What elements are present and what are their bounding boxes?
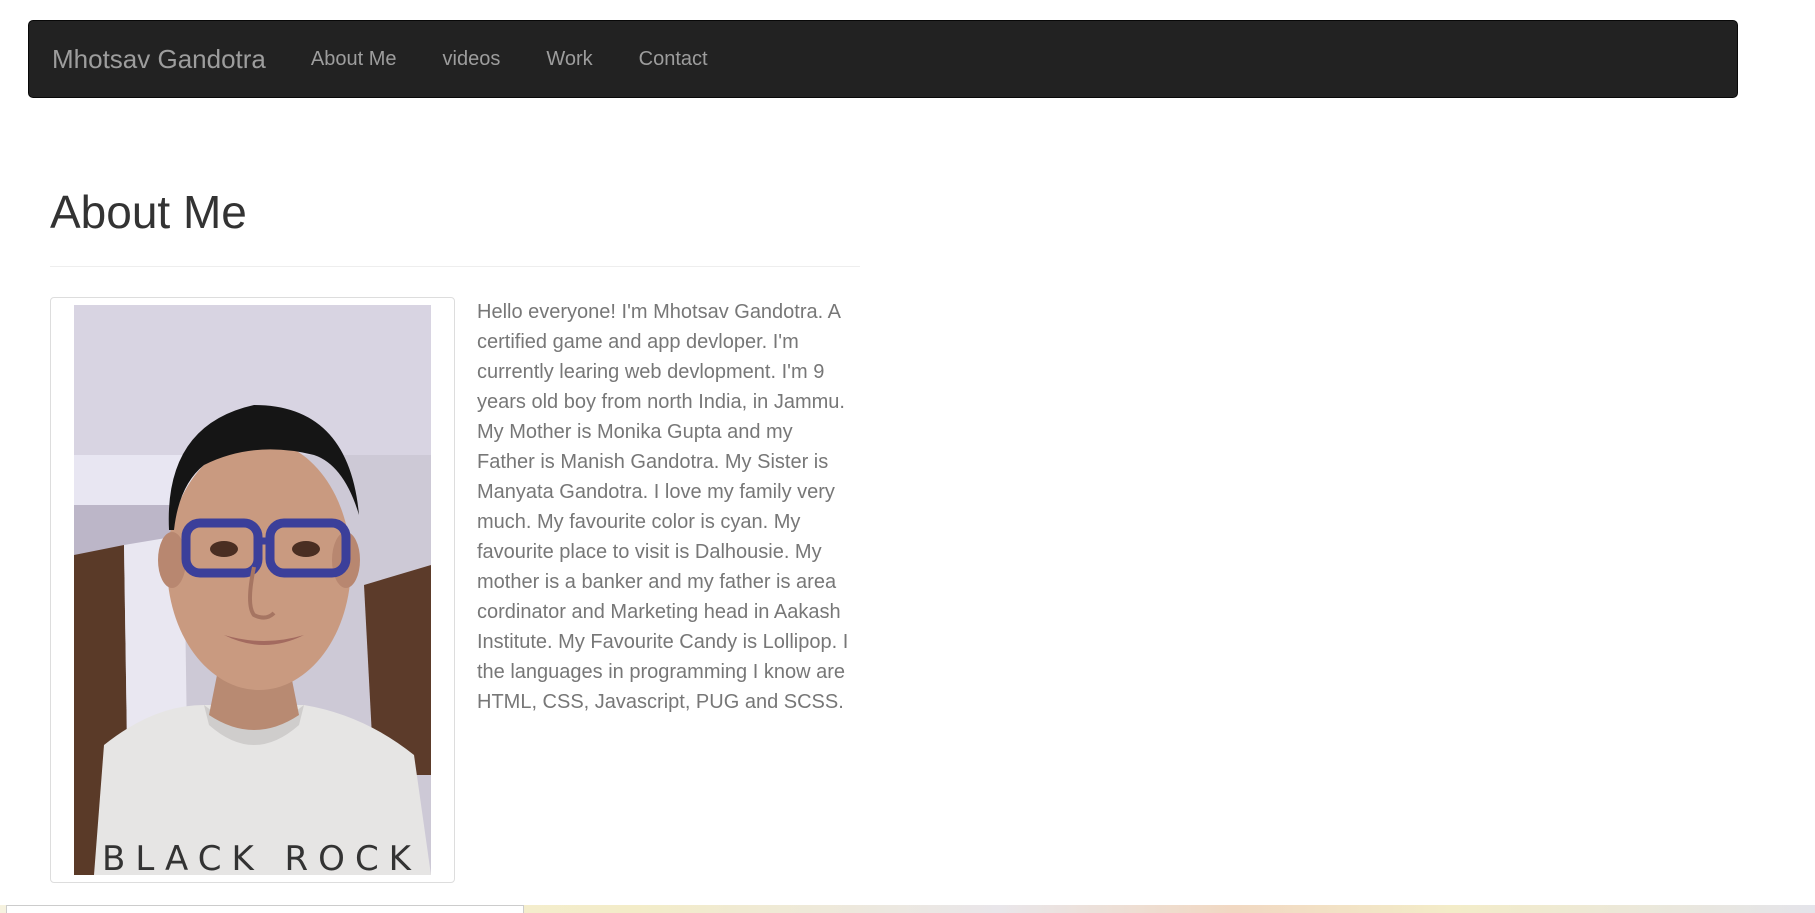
nav-link-contact[interactable]: Contact	[616, 48, 731, 71]
bio-paragraph: Hello everyone! I'm Mhotsav Gandotra. A …	[477, 301, 849, 713]
title-divider	[50, 266, 860, 267]
brand-link[interactable]: Mhotsav Gandotra	[52, 44, 266, 75]
nav-link-about-me[interactable]: About Me	[288, 48, 420, 71]
nav-menu: About Me videos Work Contact	[288, 48, 731, 71]
shirt-print-text: BLACK ROCK	[102, 839, 421, 875]
profile-photo: BLACK ROCK	[74, 305, 431, 875]
footer-panel	[6, 905, 524, 913]
top-navbar: Mhotsav Gandotra About Me videos Work Co…	[28, 20, 1738, 98]
nav-link-work[interactable]: Work	[523, 48, 615, 71]
page-title: About Me	[50, 186, 247, 238]
nav-link-videos[interactable]: videos	[420, 48, 524, 71]
profile-photo-frame: BLACK ROCK	[50, 297, 455, 883]
